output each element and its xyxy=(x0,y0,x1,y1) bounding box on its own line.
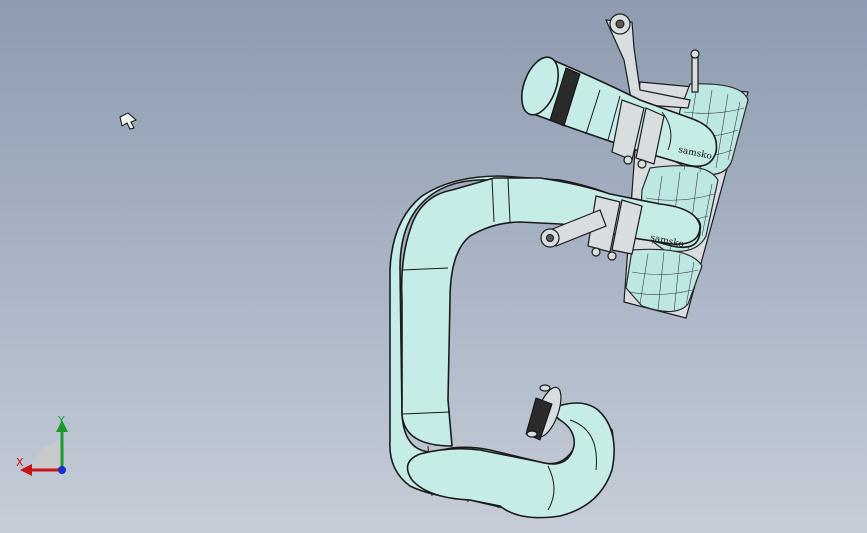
triad-plane xyxy=(30,440,62,470)
main-intake-pipe[interactable]: samsko xyxy=(389,175,702,519)
intake-manifold[interactable] xyxy=(605,13,749,319)
coordinate-triad xyxy=(20,420,68,476)
x-axis-label: X xyxy=(16,456,24,469)
y-axis-label: Y xyxy=(58,414,65,427)
cad-3d-viewport[interactable]: samsko samsko X Y xyxy=(0,0,867,533)
model-canvas[interactable]: samsko samsko xyxy=(0,0,867,533)
z-axis-dot xyxy=(58,466,66,474)
cursor-icon xyxy=(119,112,137,130)
